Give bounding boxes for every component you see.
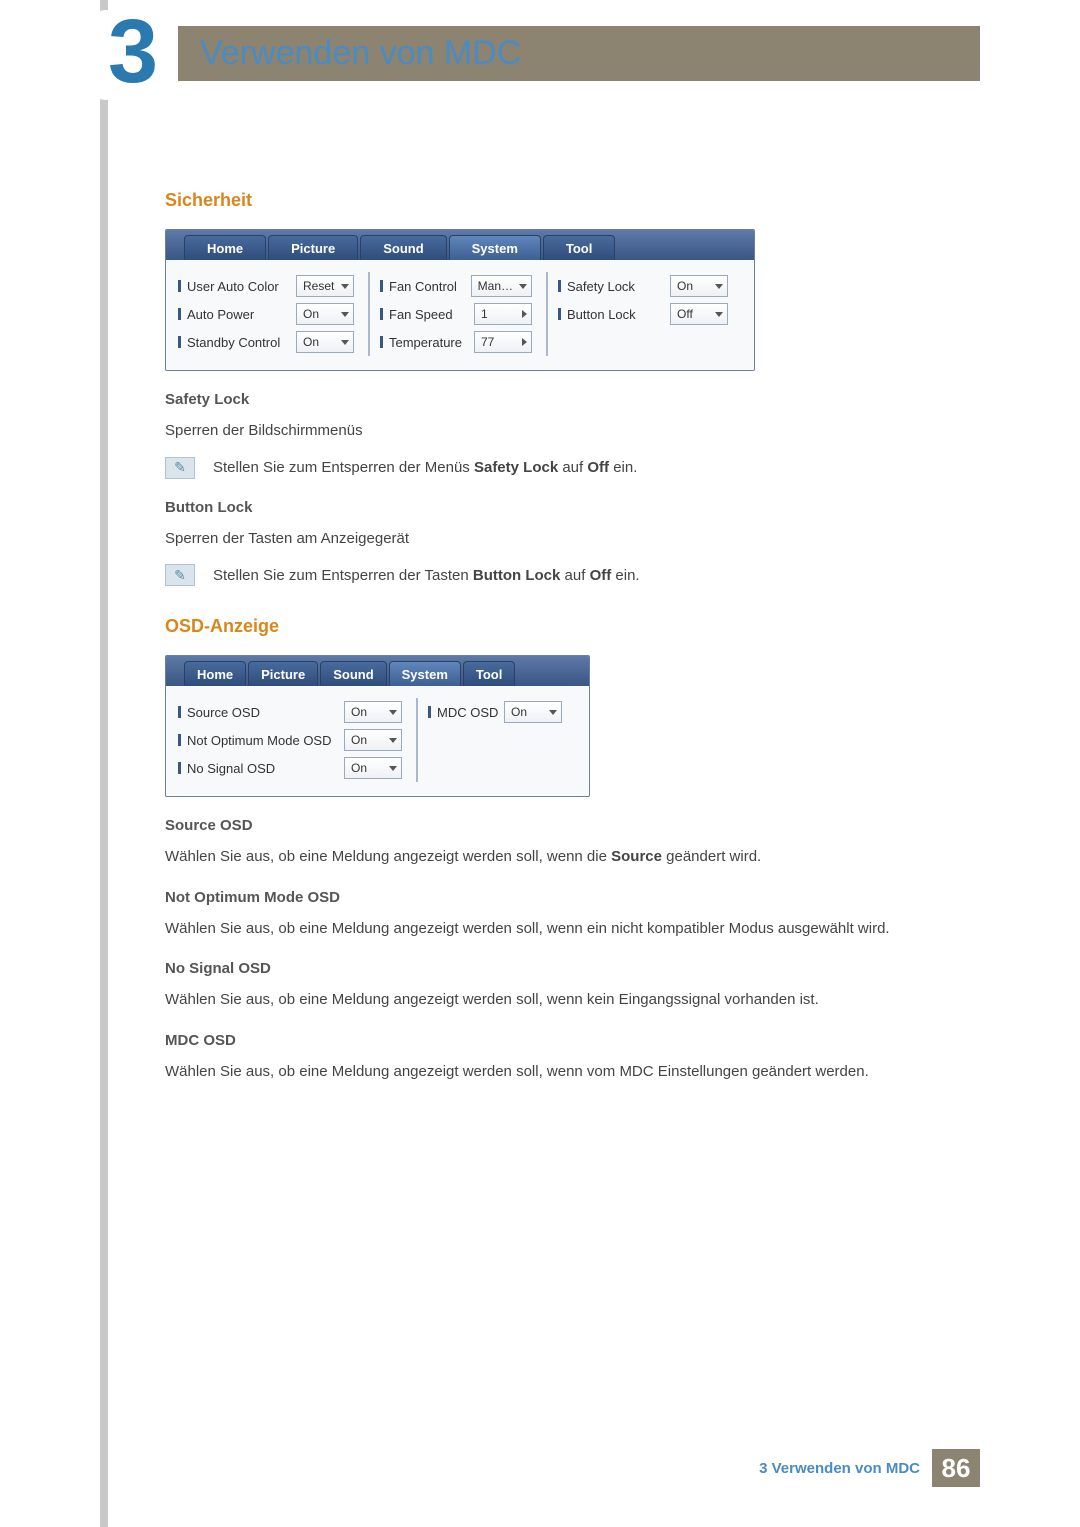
row-fan-control: Fan Control Man… xyxy=(380,272,532,300)
subhead-safety-lock: Safety Lock xyxy=(165,391,965,408)
label: Fan Control xyxy=(389,279,457,294)
tabs-row: Home Picture Sound System Tool xyxy=(166,230,754,260)
text-mdc-osd: Wählen Sie aus, ob eine Meldung angezeig… xyxy=(165,1061,965,1084)
chapter-badge: 3 xyxy=(88,10,178,100)
label: No Signal OSD xyxy=(187,761,275,776)
row-button-lock: Button Lock Off xyxy=(558,300,728,328)
chevron-down-icon xyxy=(341,340,349,345)
label: Not Optimum Mode OSD xyxy=(187,733,332,748)
subhead-source-osd: Source OSD xyxy=(165,817,965,834)
label: User Auto Color xyxy=(187,279,279,294)
dropdown-fan-control[interactable]: Man… xyxy=(471,275,532,297)
dropdown-mdc-osd[interactable]: On xyxy=(504,701,562,723)
label: Auto Power xyxy=(187,307,254,322)
row-user-auto-color: User Auto Color Reset xyxy=(178,272,354,300)
chevron-down-icon xyxy=(389,766,397,771)
note-button-lock: ✎ Stellen Sie zum Entsperren der Tasten … xyxy=(165,564,965,586)
dropdown-no-signal-osd[interactable]: On xyxy=(344,757,402,779)
dropdown-not-optimum-mode-osd[interactable]: On xyxy=(344,729,402,751)
arrow-right-icon xyxy=(522,338,527,346)
subhead-button-lock: Button Lock xyxy=(165,499,965,516)
label: Standby Control xyxy=(187,335,280,350)
tab-system[interactable]: System xyxy=(449,235,541,260)
chevron-down-icon xyxy=(715,312,723,317)
dropdown-user-auto-color[interactable]: Reset xyxy=(296,275,354,297)
note-icon: ✎ xyxy=(165,564,195,586)
subhead-not-optimum: Not Optimum Mode OSD xyxy=(165,889,965,906)
dropdown-auto-power[interactable]: On xyxy=(296,303,354,325)
left-margin-stripe xyxy=(100,0,108,1527)
row-safety-lock: Safety Lock On xyxy=(558,272,728,300)
chevron-down-icon xyxy=(519,284,527,289)
stepper-fan-speed[interactable]: 1 xyxy=(474,303,532,325)
chevron-down-icon xyxy=(389,710,397,715)
text-source-osd: Wählen Sie aus, ob eine Meldung angezeig… xyxy=(165,846,965,869)
text-no-signal: Wählen Sie aus, ob eine Meldung angezeig… xyxy=(165,989,965,1012)
note-icon: ✎ xyxy=(165,457,195,479)
subhead-mdc-osd: MDC OSD xyxy=(165,1032,965,1049)
tab-sound[interactable]: Sound xyxy=(320,661,386,686)
tab-tool[interactable]: Tool xyxy=(463,661,515,686)
row-temperature: Temperature 77 xyxy=(380,328,532,356)
section-heading-osd: OSD-Anzeige xyxy=(165,616,965,637)
arrow-right-icon xyxy=(522,310,527,318)
chevron-down-icon xyxy=(389,738,397,743)
panel-osd: Home Picture Sound System Tool Source OS… xyxy=(165,655,590,797)
tab-system[interactable]: System xyxy=(389,661,461,686)
tab-tool[interactable]: Tool xyxy=(543,235,615,260)
label: MDC OSD xyxy=(437,705,498,720)
row-standby-control: Standby Control On xyxy=(178,328,354,356)
note-text: Stellen Sie zum Entsperren der Menüs Saf… xyxy=(213,459,637,476)
tab-home[interactable]: Home xyxy=(184,235,266,260)
tab-picture[interactable]: Picture xyxy=(248,661,318,686)
tab-picture[interactable]: Picture xyxy=(268,235,358,260)
row-source-osd: Source OSD On xyxy=(178,698,402,726)
dropdown-standby-control[interactable]: On xyxy=(296,331,354,353)
chevron-down-icon xyxy=(715,284,723,289)
chapter-number: 3 xyxy=(88,10,178,95)
section-heading-sicherheit: Sicherheit xyxy=(165,190,965,211)
footer-text: 3 Verwenden von MDC xyxy=(759,1460,920,1477)
chevron-down-icon xyxy=(549,710,557,715)
row-mdc-osd: MDC OSD On xyxy=(428,698,562,726)
page-footer: 3 Verwenden von MDC 86 xyxy=(759,1449,980,1487)
dropdown-button-lock[interactable]: Off xyxy=(670,303,728,325)
text-safety-lock: Sperren der Bildschirmmenüs xyxy=(165,420,965,443)
page-number: 86 xyxy=(932,1449,980,1487)
dropdown-source-osd[interactable]: On xyxy=(344,701,402,723)
label: Temperature xyxy=(389,335,462,350)
note-safety-lock: ✎ Stellen Sie zum Entsperren der Menüs S… xyxy=(165,457,965,479)
tabs-row: Home Picture Sound System Tool xyxy=(166,656,589,686)
tab-sound[interactable]: Sound xyxy=(360,235,446,260)
label: Button Lock xyxy=(567,307,636,322)
chevron-down-icon xyxy=(341,284,349,289)
note-text: Stellen Sie zum Entsperren der Tasten Bu… xyxy=(213,567,640,584)
stepper-temperature[interactable]: 77 xyxy=(474,331,532,353)
label: Fan Speed xyxy=(389,307,453,322)
row-not-optimum-mode-osd: Not Optimum Mode OSD On xyxy=(178,726,402,754)
row-fan-speed: Fan Speed 1 xyxy=(380,300,532,328)
dropdown-safety-lock[interactable]: On xyxy=(670,275,728,297)
text-button-lock: Sperren der Tasten am Anzeigegerät xyxy=(165,528,965,551)
subhead-no-signal: No Signal OSD xyxy=(165,960,965,977)
row-no-signal-osd: No Signal OSD On xyxy=(178,754,402,782)
text-not-optimum: Wählen Sie aus, ob eine Meldung angezeig… xyxy=(165,918,965,941)
chapter-title: Verwenden von MDC xyxy=(200,34,521,73)
label: Source OSD xyxy=(187,705,260,720)
label: Safety Lock xyxy=(567,279,635,294)
tab-home[interactable]: Home xyxy=(184,661,246,686)
panel-sicherheit: Home Picture Sound System Tool User Auto… xyxy=(165,229,755,371)
chevron-down-icon xyxy=(341,312,349,317)
row-auto-power: Auto Power On xyxy=(178,300,354,328)
